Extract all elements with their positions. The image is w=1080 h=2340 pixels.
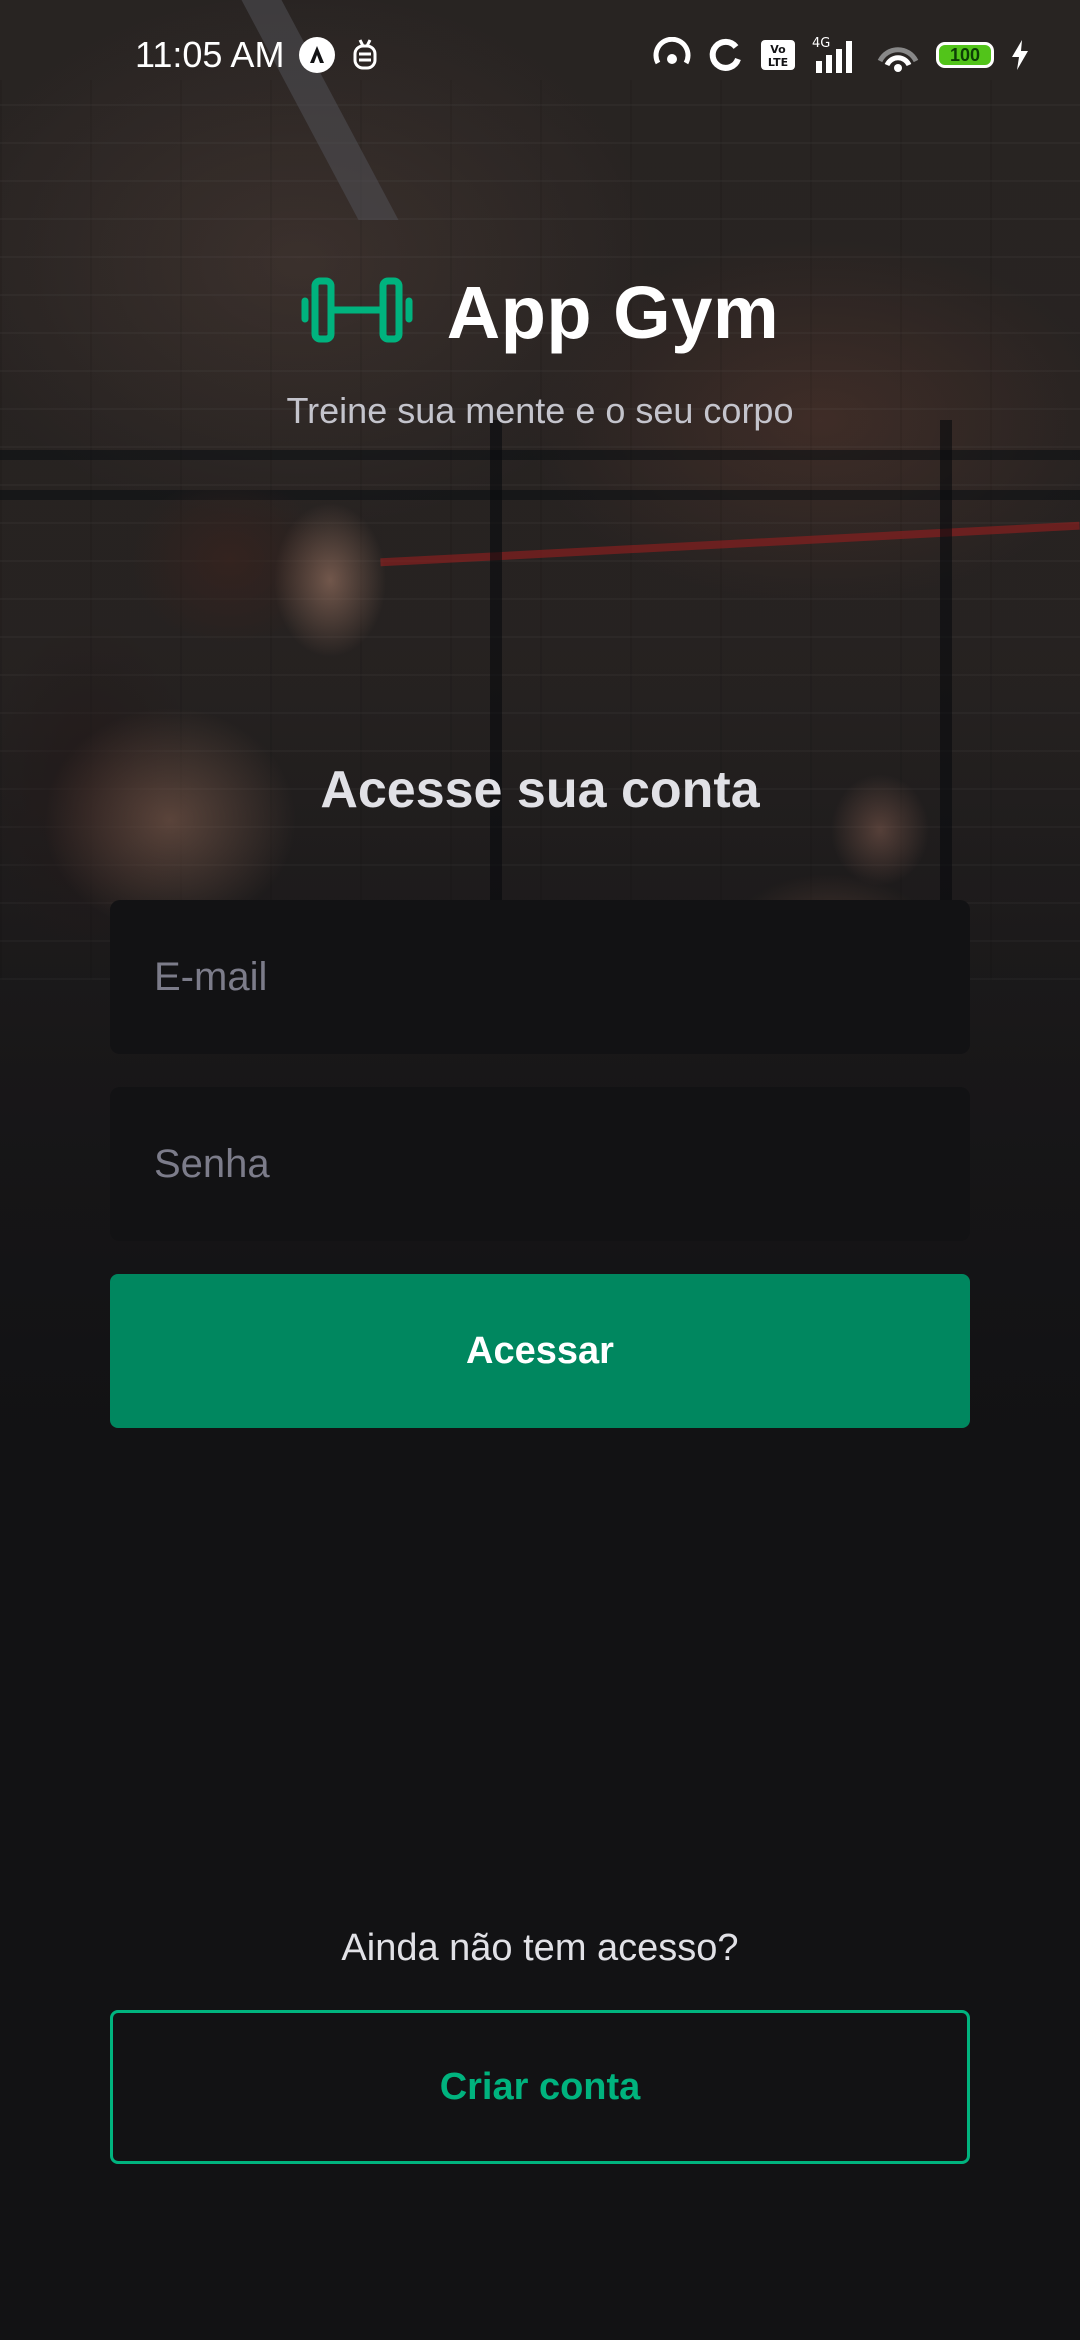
athlete-woman	[0, 490, 430, 1190]
status-bar-right: Vo LTE 4G 100	[652, 35, 1030, 75]
app-title: App Gym	[446, 271, 780, 354]
dumbbell-icon	[301, 273, 413, 352]
status-bar-left: 11:05 AM	[135, 34, 380, 76]
login-title: Acesse sua conta	[320, 761, 760, 819]
charging-icon	[1010, 39, 1030, 71]
rig-pole	[490, 420, 502, 960]
password-field[interactable]	[110, 1087, 970, 1241]
email-input[interactable]	[154, 954, 926, 1000]
navigation-app-icon	[298, 36, 336, 74]
wifi-icon	[876, 37, 920, 73]
status-bar: 11:05 AM Vo LTE 4G 100	[0, 0, 1080, 110]
sync-icon	[708, 37, 744, 73]
password-input[interactable]	[154, 1141, 926, 1187]
app-header: App Gym	[0, 270, 1080, 355]
svg-text:LTE: LTE	[768, 56, 788, 69]
signup-question: Ainda não tem acesso?	[341, 1927, 739, 1969]
svg-text:4G: 4G	[812, 36, 830, 51]
robot-notification-icon	[350, 38, 380, 72]
battery-indicator: 100	[936, 42, 994, 68]
app-tagline: Treine sua mente e o seu corpo	[286, 390, 794, 431]
login-button[interactable]: Acessar	[110, 1274, 970, 1428]
volte-icon: Vo LTE	[760, 39, 796, 71]
signal-4g-icon: 4G	[812, 35, 860, 75]
svg-text:Vo: Vo	[770, 43, 786, 56]
clock: 11:05 AM	[135, 34, 285, 75]
rig-rail	[0, 450, 1080, 460]
email-field[interactable]	[110, 900, 970, 1054]
create-account-button[interactable]: Criar conta	[110, 2010, 970, 2164]
hotspot-icon	[652, 37, 692, 73]
